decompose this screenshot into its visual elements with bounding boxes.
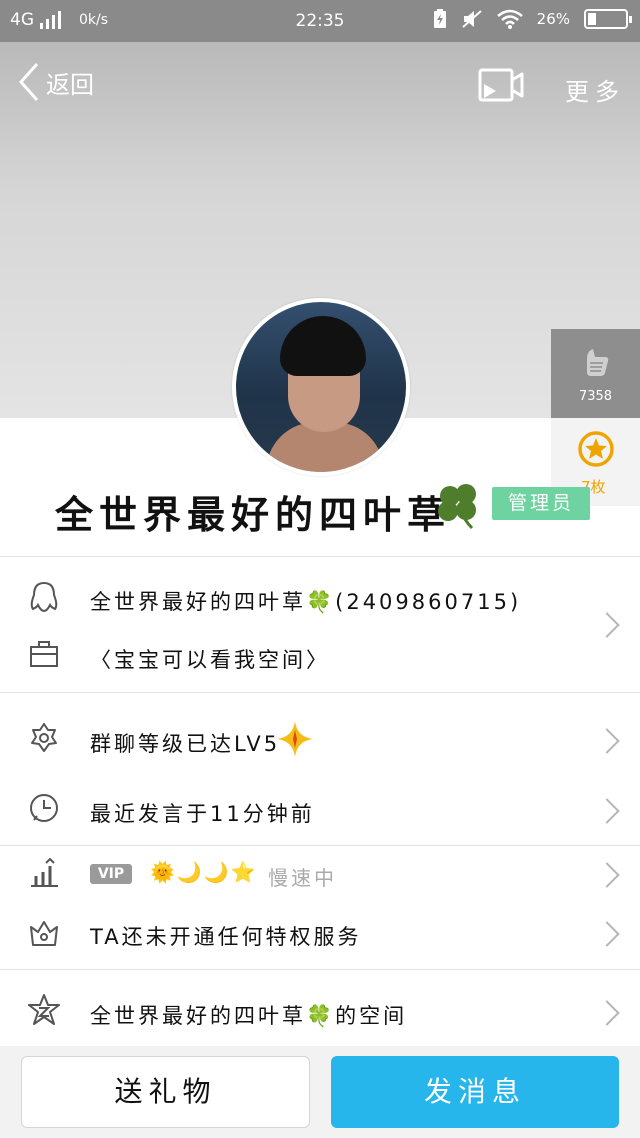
- chevron-right-icon: [598, 796, 616, 826]
- video-call-button[interactable]: [478, 66, 524, 108]
- chevron-right-icon: [598, 860, 616, 890]
- send-gift-button[interactable]: 送礼物: [21, 1056, 310, 1128]
- charging-icon: [433, 9, 446, 28]
- qzone-link: 全世界最好的四叶草🍀的空间: [90, 1004, 408, 1028]
- profile-name: 全世界最好的四叶草: [55, 493, 452, 537]
- last-speak-row[interactable]: 最近发言于11分钟前: [0, 782, 640, 838]
- briefcase-icon: [26, 636, 62, 672]
- mute-icon: [461, 10, 482, 28]
- clover-icon: [438, 484, 476, 530]
- vip-tag: VIP: [90, 864, 132, 884]
- settings-star-icon: [26, 720, 62, 756]
- battery-icon: [584, 9, 632, 29]
- growth-chart-icon: [26, 856, 62, 892]
- battery-percent: 26%: [536, 10, 570, 28]
- level-diamond-icon: [277, 721, 313, 757]
- divider: [0, 845, 640, 846]
- group-level: 群聊等级已达LV5: [90, 732, 281, 756]
- divider: [0, 556, 640, 557]
- last-speak-time: 最近发言于11分钟前: [90, 802, 315, 826]
- status-bar: 4G 0k/s 22:35 26%: [0, 0, 640, 42]
- vip-level-icons: 🌞🌙🌙⭐: [150, 860, 258, 884]
- qzone-star-icon: [26, 992, 62, 1028]
- privilege-status: TA还未开通任何特权服务: [90, 925, 362, 949]
- vip-status: 慢速中: [268, 866, 337, 890]
- wifi-icon: [496, 9, 523, 29]
- account-info-row[interactable]: 全世界最好的四叶草🍀(2409860715) 〈宝宝可以看我空间〉: [0, 570, 640, 685]
- qq-account: 全世界最好的四叶草🍀(2409860715): [90, 590, 522, 614]
- video-camera-icon: [478, 68, 524, 102]
- privilege-row[interactable]: TA还未开通任何特权服务: [0, 905, 640, 961]
- chevron-right-icon: [598, 610, 616, 640]
- penguin-icon: [26, 580, 62, 616]
- group-level-row[interactable]: 群聊等级已达LV5: [0, 712, 640, 768]
- more-button[interactable]: 更多: [565, 72, 625, 107]
- like-widget[interactable]: 7358: [551, 329, 640, 418]
- crown-icon: [26, 915, 62, 951]
- chevron-right-icon: [598, 919, 616, 949]
- divider: [0, 692, 640, 693]
- star-medal-icon: [578, 431, 614, 467]
- divider: [0, 969, 640, 970]
- thumbs-up-icon: [587, 349, 609, 376]
- chevron-right-icon: [598, 998, 616, 1028]
- signature: 〈宝宝可以看我空间〉: [90, 648, 330, 672]
- chevron-right-icon: [598, 726, 616, 756]
- clock-icon: [26, 790, 62, 826]
- back-label: 返回: [46, 70, 94, 99]
- admin-badge: 管理员: [492, 487, 590, 520]
- space-row[interactable]: 全世界最好的四叶草🍀的空间: [0, 984, 640, 1040]
- avatar[interactable]: [232, 298, 410, 476]
- back-chevron-icon: [18, 63, 39, 101]
- back-button[interactable]: 返回: [18, 62, 94, 102]
- like-count: 7358: [578, 389, 613, 404]
- send-message-button[interactable]: 发消息: [331, 1056, 619, 1128]
